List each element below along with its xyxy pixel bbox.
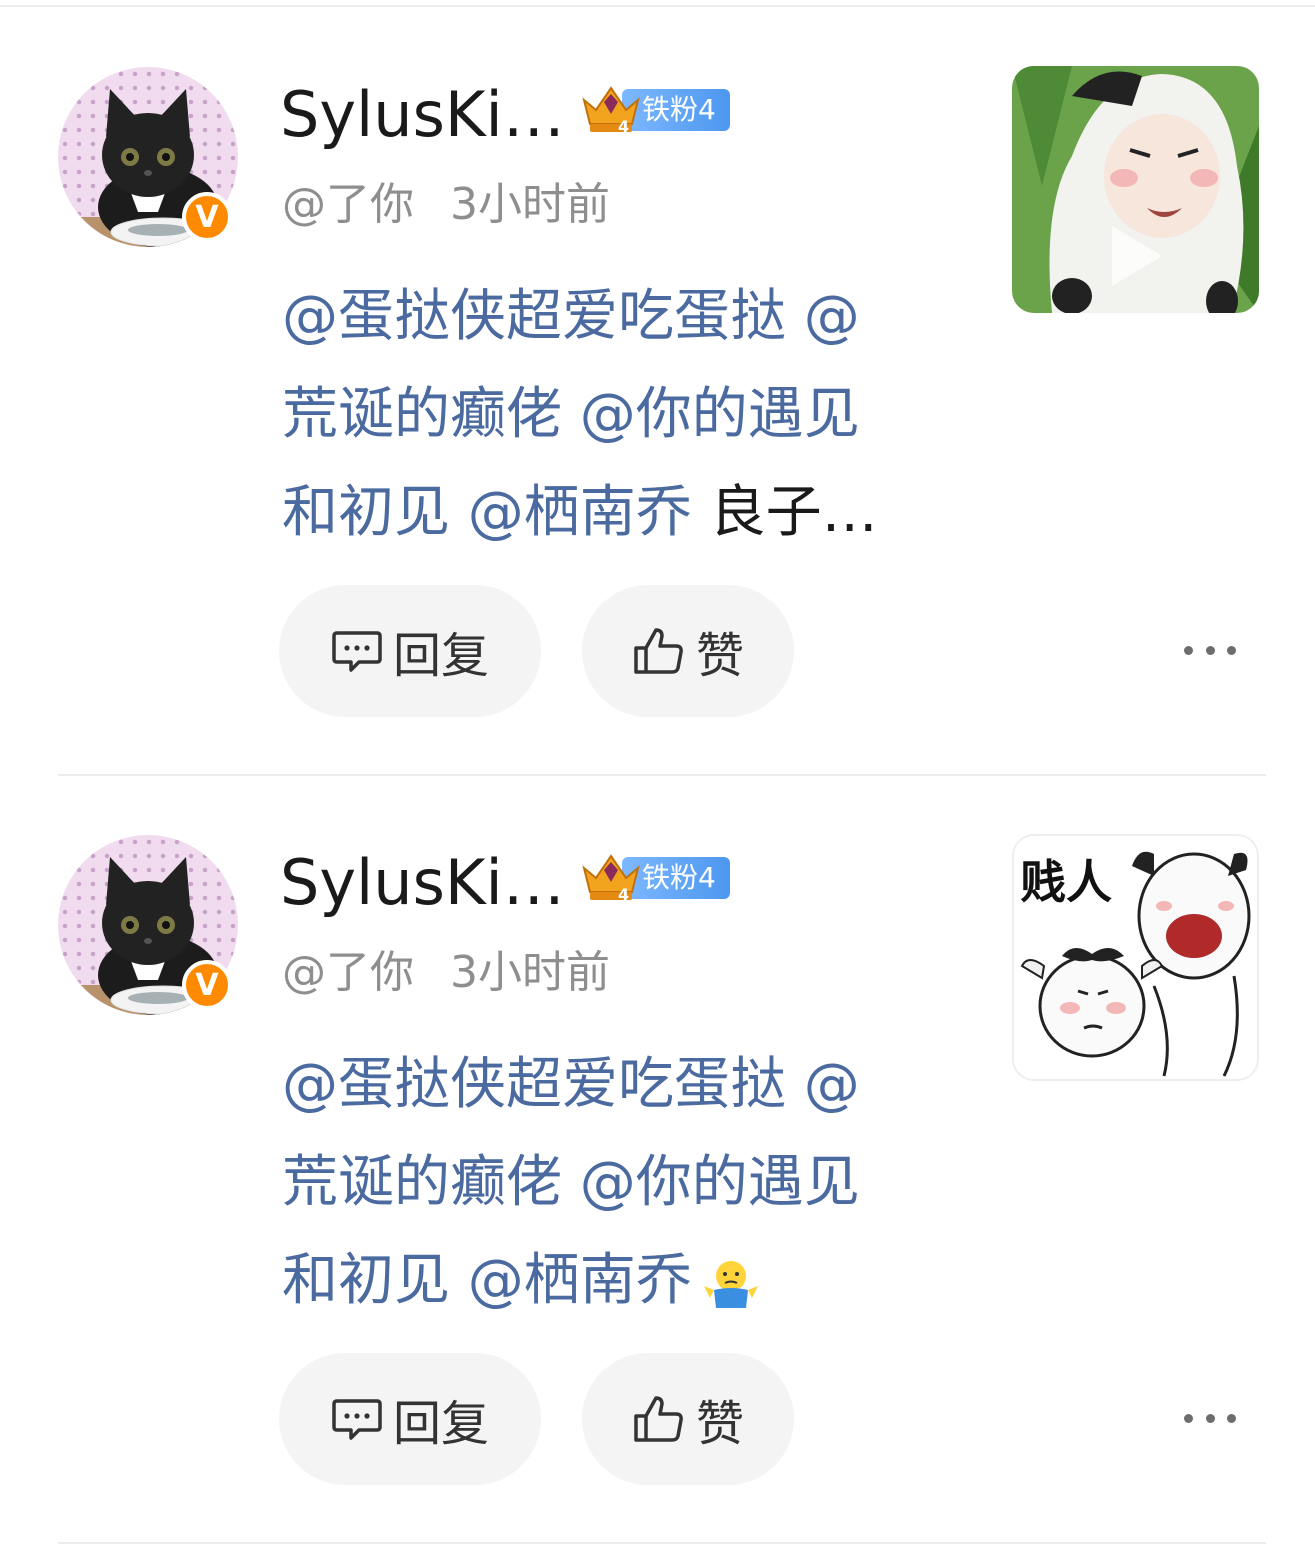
timestamp: 3小时前	[450, 179, 610, 230]
crown-icon: 4	[582, 86, 640, 136]
shrug-emoji-icon	[703, 1260, 758, 1308]
verified-badge-icon: V	[182, 960, 232, 1010]
avatar[interactable]: V	[58, 67, 238, 247]
handle: @了你	[282, 947, 414, 998]
comment-divider	[58, 1542, 1266, 1544]
reply-label: 回复	[392, 628, 489, 684]
comment-item: V SylusKi… 铁粉4 4 @了你 3小时前 @蛋挞侠超爱吃蛋挞 @ 荒诞的…	[0, 0, 1315, 776]
reply-button[interactable]: 回复	[279, 1353, 541, 1485]
thumbs-up-icon	[634, 628, 683, 674]
username[interactable]: SylusKi…	[280, 846, 565, 919]
username[interactable]: SylusKi…	[280, 78, 565, 151]
crown-icon: 4	[582, 854, 640, 904]
fan-badge[interactable]: 铁粉4 4	[580, 848, 730, 904]
reply-button[interactable]: 回复	[279, 585, 541, 717]
fan-badge[interactable]: 铁粉4 4	[580, 80, 730, 136]
video-thumbnail[interactable]	[1012, 66, 1259, 313]
timestamp: 3小时前	[450, 947, 610, 998]
mention-line[interactable]: 荒诞的癫佬 @你的遇见	[282, 1150, 860, 1215]
mention-line[interactable]: 荒诞的癫佬 @你的遇见	[282, 382, 860, 447]
cow-video-image	[1012, 66, 1259, 313]
comment-meta: @了你 3小时前	[282, 936, 610, 1000]
avatar[interactable]: V	[58, 835, 238, 1015]
crown-level: 4	[618, 117, 629, 136]
like-button[interactable]: 赞	[582, 1353, 794, 1485]
like-label: 赞	[695, 1396, 744, 1452]
meme-caption: 贱人	[1020, 855, 1112, 909]
verified-badge-icon: V	[182, 192, 232, 242]
more-options-icon[interactable]	[1184, 1408, 1236, 1428]
more-options-icon[interactable]	[1184, 640, 1236, 660]
comment-icon	[332, 631, 382, 672]
thumbs-up-icon	[634, 1396, 683, 1442]
mention-line[interactable]: 和初见 @栖南乔	[282, 480, 692, 545]
handle: @了你	[282, 179, 414, 230]
comment-item: V SylusKi… 铁粉4 4 @了你 3小时前 @蛋挞侠超爱吃蛋挞 @ 荒诞的…	[0, 768, 1315, 1544]
comment-text[interactable]: @蛋挞侠超爱吃蛋挞 @ 荒诞的癫佬 @你的遇见 和初见 @栖南乔	[282, 1036, 942, 1330]
comment-text[interactable]: @蛋挞侠超爱吃蛋挞 @ 荒诞的癫佬 @你的遇见 和初见 @栖南乔 良子…	[282, 268, 942, 562]
comment-meta: @了你 3小时前	[282, 168, 610, 232]
meme-image: 贱人	[1014, 836, 1257, 1079]
mention-line[interactable]: @蛋挞侠超爱吃蛋挞 @	[282, 1052, 860, 1117]
like-button[interactable]: 赞	[582, 585, 794, 717]
like-label: 赞	[695, 628, 744, 684]
comment-icon	[332, 1399, 382, 1440]
plain-text: 良子…	[691, 480, 878, 545]
image-thumbnail[interactable]: 贱人	[1012, 834, 1259, 1081]
mention-line[interactable]: @蛋挞侠超爱吃蛋挞 @	[282, 284, 860, 349]
crown-level: 4	[618, 885, 629, 904]
mention-line[interactable]: 和初见 @栖南乔	[282, 1248, 692, 1313]
reply-label: 回复	[392, 1396, 489, 1452]
